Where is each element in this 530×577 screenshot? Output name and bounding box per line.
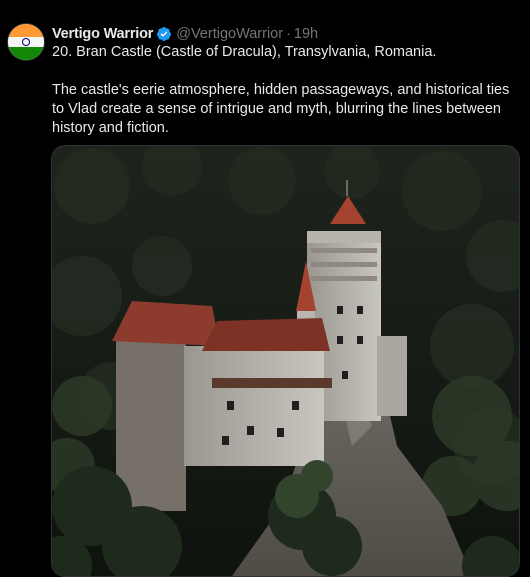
tweet-header: Vertigo Warrior @VertigoWarrior · 19h: [52, 25, 318, 43]
flag-chakra-icon: [22, 38, 30, 46]
avatar[interactable]: [8, 24, 44, 60]
author-name[interactable]: Vertigo Warrior: [52, 25, 153, 43]
flag-green-band: [8, 47, 44, 60]
tweet-text-paragraph2: The castle's eerie atmosphere, hidden pa…: [52, 82, 510, 136]
flag-saffron-band: [8, 24, 44, 37]
header-separator: ·: [286, 26, 291, 42]
verified-badge-icon: [157, 27, 172, 41]
tweet-media[interactable]: [51, 145, 520, 577]
tweet-text-line1: 20. Bran Castle (Castle of Dracula), Tra…: [52, 44, 437, 60]
castle-photo: [52, 146, 519, 576]
author-handle[interactable]: @VertigoWarrior: [176, 25, 283, 43]
tweet-timestamp[interactable]: 19h: [294, 25, 318, 43]
tweet[interactable]: Vertigo Warrior @VertigoWarrior · 19h 20…: [0, 0, 530, 577]
tweet-text: 20. Bran Castle (Castle of Dracula), Tra…: [52, 43, 520, 138]
